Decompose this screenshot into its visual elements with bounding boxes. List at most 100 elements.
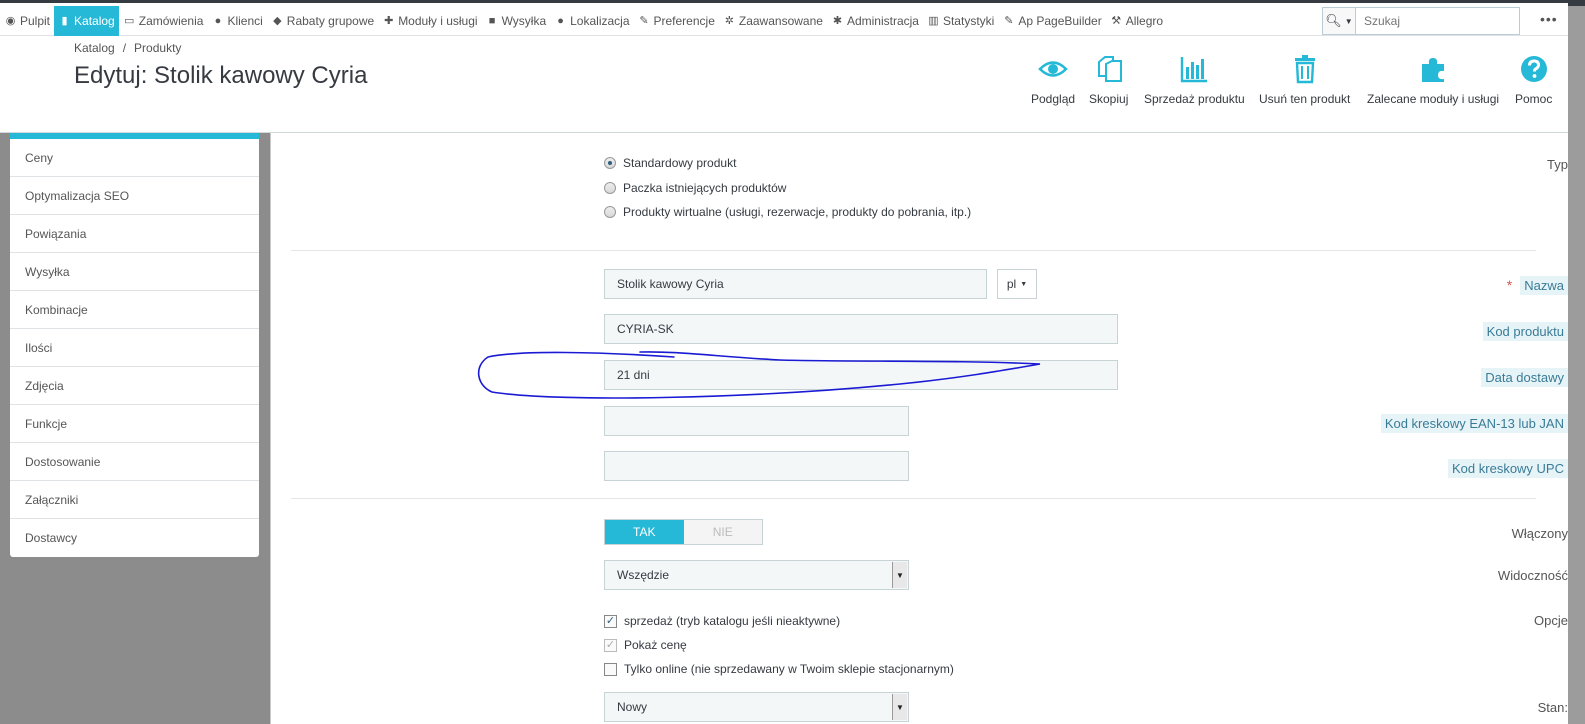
nav-item-preferencje[interactable]: ✎ Preferencje xyxy=(634,6,719,36)
reference-label-wrap: Kod produktu xyxy=(1246,322,1568,341)
sidebar-item-funkcje[interactable]: Funkcje xyxy=(10,405,259,443)
recommended-modules-button[interactable]: Zalecane moduły i usługi xyxy=(1367,54,1499,106)
sidebar-item-zdjecia[interactable]: Zdjęcia xyxy=(10,367,259,405)
left-column: Ceny Optymalizacja SEO Powiązania Wysyłk… xyxy=(0,133,270,724)
nav-item-label: Katalog xyxy=(74,14,115,28)
nav-item-lokalizacja[interactable]: ● Lokalizacja xyxy=(550,6,633,36)
more-menu-button[interactable]: ••• xyxy=(1540,11,1558,27)
search-type-dropdown[interactable]: 🔍︎ ▼ xyxy=(1323,8,1356,34)
type-option-virtual[interactable]: Produkty wirtualne (usługi, rezerwacje, … xyxy=(604,205,971,219)
delete-product-button[interactable]: Usuń ten produkt xyxy=(1259,54,1350,106)
upc-field[interactable] xyxy=(604,451,909,481)
enabled-yes-option[interactable]: TAK xyxy=(605,520,684,544)
delivery-time-field[interactable]: 21 dni xyxy=(604,360,1118,390)
chevron-down-icon: ▼ xyxy=(892,694,907,720)
name-label: Nazwa xyxy=(1520,276,1568,295)
type-option-label: Paczka istniejących produktów xyxy=(623,181,787,195)
radio-button[interactable] xyxy=(604,157,616,169)
nav-item-moduly[interactable]: ✚ Moduły i usługi xyxy=(378,6,481,36)
option-label: Pokaż cenę xyxy=(624,638,687,652)
breadcrumb-separator: / xyxy=(122,41,127,55)
radio-button[interactable] xyxy=(604,182,616,194)
nav-item-klienci[interactable]: ● Klienci xyxy=(207,6,266,36)
ean13-field[interactable] xyxy=(604,406,909,436)
radio-button[interactable] xyxy=(604,206,616,218)
sidebar-item-dostawcy[interactable]: Dostawcy xyxy=(10,519,259,557)
option-label: sprzedaż (tryb katalogu jeśli nieaktywne… xyxy=(624,614,841,628)
nav-item-administracja[interactable]: ✱ Administracja xyxy=(827,6,923,36)
product-sales-button[interactable]: Sprzedaż produktu xyxy=(1144,54,1245,106)
visibility-select[interactable]: Wszędzie ▼ xyxy=(604,560,909,590)
sidebar-item-seo[interactable]: Optymalizacja SEO xyxy=(10,177,259,215)
visibility-value: Wszędzie xyxy=(617,568,670,582)
sidebar-item-ilosci[interactable]: Ilości xyxy=(10,329,259,367)
nav-item-wysylka[interactable]: ■ Wysyłka xyxy=(482,6,551,36)
breadcrumb-item-produkty[interactable]: Produkty xyxy=(134,41,181,55)
condition-select[interactable]: Nowy ▼ xyxy=(604,692,909,722)
type-option-pack[interactable]: Paczka istniejących produktów xyxy=(604,181,786,195)
ean13-label: Kod kreskowy EAN-13 lub JAN xyxy=(1380,414,1568,433)
help-button[interactable]: Pomoc xyxy=(1515,54,1552,106)
trash-icon xyxy=(1294,55,1315,84)
main-menu: ◉ Pulpit ▮ Katalog ▭ Zamówienia ● Klienci ◆ R… xyxy=(0,6,1167,36)
help-icon xyxy=(1520,56,1547,82)
search-icon: 🔍︎ xyxy=(1325,13,1342,28)
ean13-label-wrap: Kod kreskowy EAN-13 lub JAN xyxy=(1246,414,1568,433)
duplicate-label: Skopiuj xyxy=(1089,92,1129,106)
checkbox[interactable]: ✓ xyxy=(604,638,617,652)
page-title: Edytuj: Stolik kawowy Cyria xyxy=(74,62,368,89)
nav-item-label: Lokalizacja xyxy=(570,14,630,28)
sidebar-item-wysylka[interactable]: Wysyłka xyxy=(10,253,259,291)
reference-field[interactable]: CYRIA-SK xyxy=(604,314,1118,344)
window-edge-tab xyxy=(1568,0,1585,6)
truck-icon: ■ xyxy=(488,15,496,27)
nav-item-zaawansowane[interactable]: ✲ Zaawansowane xyxy=(719,6,827,36)
copy-icon xyxy=(1097,56,1122,82)
checkbox[interactable]: ✓ xyxy=(604,614,617,628)
nav-item-pulpit[interactable]: ◉ Pulpit xyxy=(0,6,54,36)
top-navbar: ◉ Pulpit ▮ Katalog ▭ Zamówienia ● Klienci ◆ R… xyxy=(0,0,1568,36)
type-label: Typ xyxy=(1547,157,1568,172)
nav-item-allegro[interactable]: ⚒ Allegro xyxy=(1106,6,1167,36)
users-icon: ● xyxy=(214,15,222,27)
sidebar-item-zalaczniki[interactable]: Załączniki xyxy=(10,481,259,519)
nav-item-pagebuilder[interactable]: ✎ Ap PageBuilder xyxy=(998,6,1105,36)
duplicate-button[interactable]: Skopiuj xyxy=(1089,54,1128,106)
enabled-no-option[interactable]: NIE xyxy=(683,520,762,544)
page-header: Katalog / Produkty Edytuj: Stolik kawowy C… xyxy=(0,36,1568,133)
search-input[interactable] xyxy=(1356,8,1519,34)
book-icon: ▮ xyxy=(61,15,68,27)
required-mark: * xyxy=(1506,277,1513,293)
eye-icon xyxy=(1038,61,1068,77)
gavel-icon: ⚒ xyxy=(1111,15,1122,27)
condition-label: Stan: xyxy=(1537,700,1568,715)
option-show-price[interactable]: ✓ Pokaż cenę xyxy=(604,638,687,652)
nav-item-label: Wysyłka xyxy=(501,14,547,28)
product-form: Typ Standardowy produkt Paczka istniejąc… xyxy=(270,133,1568,724)
sidebar-item-ceny[interactable]: Ceny xyxy=(10,139,259,177)
sidebar-item-dostosowanie[interactable]: Dostosowanie xyxy=(10,443,259,481)
credit-card-icon: ▭ xyxy=(124,15,135,27)
type-option-label: Produkty wirtualne (usługi, rezerwacje, … xyxy=(623,205,972,219)
puzzle-icon: ✚ xyxy=(384,15,394,27)
checkbox[interactable] xyxy=(604,662,617,676)
breadcrumb-item-katalog[interactable]: Katalog xyxy=(74,41,115,55)
sidebar-item-kombinacje[interactable]: Kombinacje xyxy=(10,291,259,329)
delivery-time-label: Data dostawy xyxy=(1481,368,1568,387)
language-dropdown[interactable]: pl ▼ xyxy=(997,269,1037,299)
chevron-down-icon: ▼ xyxy=(1344,16,1353,26)
nav-item-label: Statystyki xyxy=(942,14,995,28)
name-field[interactable]: Stolik kawowy Cyria xyxy=(604,269,987,299)
nav-item-rabaty[interactable]: ◆ Rabaty grupowe xyxy=(267,6,378,36)
nav-item-label: Klienci xyxy=(227,14,263,28)
enabled-switch[interactable]: TAK NIE xyxy=(604,519,763,545)
option-available-for-order[interactable]: ✓ sprzedaż (tryb katalogu jeśli nieaktywn… xyxy=(604,614,840,628)
nav-item-zamowienia[interactable]: ▭ Zamówienia xyxy=(119,6,208,36)
preview-button[interactable]: Podgląd xyxy=(1031,54,1075,106)
option-online-only[interactable]: Tylko online (nie sprzedawany w Twoim sk… xyxy=(604,662,954,676)
type-option-standard[interactable]: Standardowy produkt xyxy=(604,156,736,170)
cogs-icon: ✲ xyxy=(724,15,734,27)
sidebar-item-powiazania[interactable]: Powiązania xyxy=(10,215,259,253)
nav-item-katalog[interactable]: ▮ Katalog xyxy=(54,6,119,36)
nav-item-statystyki[interactable]: ▥ Statystyki xyxy=(923,6,998,36)
